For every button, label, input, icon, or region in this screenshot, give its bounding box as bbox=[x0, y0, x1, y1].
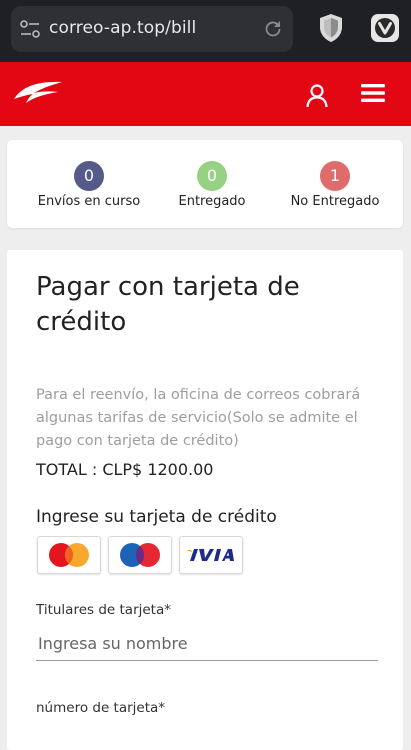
status-count-badge: 0 bbox=[197, 161, 227, 191]
address-bar[interactable]: correo-ap.top/bill bbox=[11, 6, 293, 52]
visa-logo-icon bbox=[179, 536, 243, 574]
card-holder-label: Titulares de tarjeta* bbox=[36, 602, 171, 618]
maestro-logo-icon bbox=[108, 536, 172, 574]
correos-logo-icon[interactable] bbox=[12, 79, 64, 103]
shield-icon[interactable] bbox=[318, 12, 344, 44]
status-delivered[interactable]: 0 Entregado bbox=[146, 140, 278, 228]
browser-toolbar: correo-ap.top/bill bbox=[0, 0, 411, 62]
status-count-badge: 0 bbox=[74, 161, 104, 191]
status-label: Entregado bbox=[178, 194, 246, 209]
status-in-transit[interactable]: 0 Envíos en curso bbox=[23, 140, 155, 228]
card-number-label: número de tarjeta* bbox=[36, 700, 166, 716]
payment-card: Pagar con tarjeta de crédito Para el ree… bbox=[7, 250, 403, 750]
page-title: Pagar con tarjeta de crédito bbox=[36, 272, 300, 337]
reload-icon[interactable] bbox=[263, 19, 283, 39]
card-holder-input[interactable] bbox=[36, 626, 378, 661]
status-label: No Entregado bbox=[290, 194, 380, 209]
vivaldi-icon[interactable] bbox=[371, 14, 399, 42]
app-header bbox=[0, 62, 411, 126]
user-icon[interactable] bbox=[306, 84, 328, 108]
site-settings-icon[interactable] bbox=[20, 20, 40, 38]
payment-description: Para el reenvío, la oficina de correos c… bbox=[36, 387, 361, 449]
payment-total: TOTAL : CLP$ 1200.00 bbox=[36, 460, 214, 479]
url-text[interactable]: correo-ap.top/bill bbox=[49, 18, 196, 38]
status-label: Envíos en curso bbox=[37, 194, 141, 209]
status-count-badge: 1 bbox=[320, 161, 350, 191]
shipment-status-card: 0 Envíos en curso 0 Entregado 1 No Entre… bbox=[7, 140, 403, 228]
card-prompt: Ingrese su tarjeta de crédito bbox=[36, 507, 277, 527]
mastercard-logo-icon bbox=[37, 536, 101, 574]
status-not-delivered[interactable]: 1 No Entregado bbox=[269, 140, 401, 228]
menu-icon[interactable] bbox=[361, 83, 385, 103]
